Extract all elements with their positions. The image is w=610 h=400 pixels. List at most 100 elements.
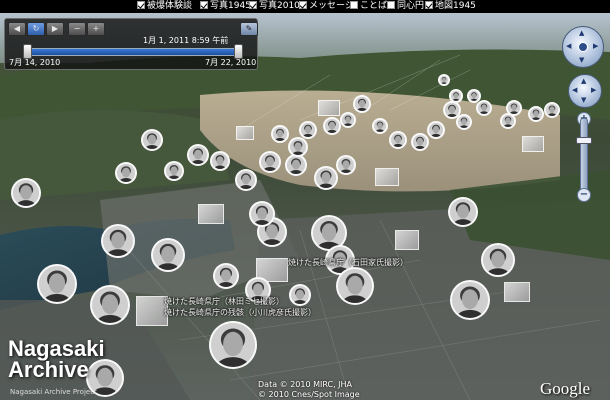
survivor-portrait-marker[interactable] <box>336 267 374 305</box>
historical-photo-thumbnail[interactable] <box>375 168 399 186</box>
portrait-face-icon <box>211 323 255 367</box>
survivor-portrait-marker[interactable] <box>90 285 130 325</box>
layer-toggle-photo-1945[interactable]: 写真1945 <box>200 0 251 13</box>
layer-toggle-map-1945[interactable]: 地図1945 <box>425 0 476 13</box>
loop-button[interactable]: ↻ <box>27 22 45 36</box>
survivor-portrait-marker[interactable] <box>427 121 445 139</box>
survivor-portrait-marker[interactable] <box>438 74 450 86</box>
map-caption[interactable]: 焼けた長崎県庁（石田家氏撮影） <box>288 257 408 268</box>
layer-toggle-message[interactable]: メッセージ <box>299 0 354 13</box>
layer-toggle-words[interactable]: ことば <box>350 0 387 13</box>
time-settings-button[interactable]: ✎ <box>240 22 258 36</box>
portrait-face-icon <box>325 119 339 133</box>
survivor-portrait-marker[interactable] <box>187 144 209 166</box>
look-up-arrow-icon[interactable]: ▲ <box>579 30 584 37</box>
play-button[interactable]: ▶ <box>46 22 64 36</box>
survivor-portrait-marker[interactable] <box>11 178 41 208</box>
checkbox[interactable] <box>299 1 307 9</box>
zoom-in-time-button[interactable]: + <box>87 22 105 36</box>
survivor-portrait-marker[interactable] <box>411 133 429 151</box>
look-down-arrow-icon[interactable]: ▼ <box>579 57 584 64</box>
portrait-face-icon <box>530 108 542 120</box>
layer-toggle-circles[interactable]: 同心円 <box>387 0 424 13</box>
portrait-face-icon <box>391 133 405 147</box>
move-left-arrow-icon[interactable]: ◀ <box>572 87 577 94</box>
survivor-portrait-marker[interactable] <box>450 280 490 320</box>
survivor-portrait-marker[interactable] <box>449 89 463 103</box>
historical-photo-thumbnail[interactable] <box>504 282 530 302</box>
survivor-portrait-marker[interactable] <box>299 121 317 139</box>
time-slider-track[interactable] <box>25 48 242 56</box>
survivor-portrait-marker[interactable] <box>101 224 135 258</box>
look-right-arrow-icon[interactable]: ▶ <box>593 43 598 50</box>
checkbox[interactable] <box>137 1 145 9</box>
checkbox[interactable] <box>200 1 208 9</box>
checkbox[interactable] <box>387 1 395 9</box>
portrait-face-icon <box>291 286 309 304</box>
move-right-arrow-icon[interactable]: ▶ <box>591 87 596 94</box>
survivor-portrait-marker[interactable] <box>476 100 492 116</box>
survivor-portrait-marker[interactable] <box>481 243 515 277</box>
survivor-portrait-marker[interactable] <box>372 118 388 134</box>
survivor-portrait-marker[interactable] <box>209 321 257 369</box>
move-up-arrow-icon[interactable]: ▲ <box>581 78 586 85</box>
historical-photo-thumbnail[interactable] <box>395 230 419 250</box>
checkbox[interactable] <box>350 1 358 9</box>
survivor-portrait-marker[interactable] <box>289 284 311 306</box>
portrait-face-icon <box>355 97 369 111</box>
survivor-portrait-marker[interactable] <box>37 264 77 304</box>
survivor-portrait-marker[interactable] <box>448 197 478 227</box>
survivor-portrait-marker[interactable] <box>288 137 308 157</box>
survivor-portrait-marker[interactable] <box>235 169 257 191</box>
layer-label: ことば <box>360 1 388 11</box>
historical-photo-thumbnail[interactable] <box>198 204 224 224</box>
survivor-portrait-marker[interactable] <box>271 125 289 143</box>
survivor-portrait-marker[interactable] <box>500 113 516 129</box>
move-control[interactable]: ▲ ▼ ◀ ▶ <box>568 74 602 108</box>
survivor-portrait-marker[interactable] <box>141 129 163 151</box>
map-caption[interactable]: 焼けた長崎県庁の残骸（小川虎彦氏撮影） <box>164 307 316 318</box>
survivor-portrait-marker[interactable] <box>249 201 275 227</box>
layer-toggle-bar: 被爆体験談 写真1945 写真2010 メッセージ ことば 同心円 地図1945 <box>0 0 610 13</box>
survivor-portrait-marker[interactable] <box>314 166 338 190</box>
portrait-face-icon <box>39 266 75 302</box>
survivor-portrait-marker[interactable] <box>164 161 184 181</box>
survivor-portrait-marker[interactable] <box>467 89 481 103</box>
survivor-portrait-marker[interactable] <box>115 162 137 184</box>
portrait-face-icon <box>413 135 427 149</box>
survivor-portrait-marker[interactable] <box>323 117 341 135</box>
survivor-portrait-marker[interactable] <box>389 131 407 149</box>
historical-photo-thumbnail[interactable] <box>318 100 340 116</box>
historical-photo-thumbnail[interactable] <box>522 136 544 152</box>
look-left-arrow-icon[interactable]: ◀ <box>566 43 571 50</box>
zoom-out-time-button[interactable]: − <box>68 22 86 36</box>
checkbox[interactable] <box>425 1 433 9</box>
zoom-slider-handle[interactable] <box>576 137 592 144</box>
survivor-portrait-marker[interactable] <box>151 238 185 272</box>
step-back-button[interactable]: ◀ <box>8 22 26 36</box>
survivor-portrait-marker[interactable] <box>285 154 307 176</box>
zoom-out-button[interactable]: − <box>577 188 591 202</box>
survivor-portrait-marker[interactable] <box>528 106 544 122</box>
survivor-portrait-marker[interactable] <box>210 151 230 171</box>
survivor-portrait-marker[interactable] <box>213 263 239 289</box>
layer-toggle-testimony[interactable]: 被爆体験談 <box>137 0 192 13</box>
look-around-control[interactable]: ▲ ▼ ◀ ▶ <box>562 26 604 68</box>
survivor-portrait-marker[interactable] <box>336 155 356 175</box>
time-range-end-label: 7月 22, 2010 <box>205 58 257 67</box>
move-down-arrow-icon[interactable]: ▼ <box>581 97 586 104</box>
portrait-face-icon <box>450 199 476 225</box>
survivor-portrait-marker[interactable] <box>544 102 560 118</box>
survivor-portrait-marker[interactable] <box>456 114 472 130</box>
historical-photo-thumbnail[interactable] <box>236 126 254 140</box>
checkbox[interactable] <box>249 1 257 9</box>
survivor-portrait-marker[interactable] <box>353 95 371 113</box>
layer-label: 写真1945 <box>210 1 251 11</box>
survivor-portrait-marker[interactable] <box>259 151 281 173</box>
layer-toggle-photo-2010[interactable]: 写真2010 <box>249 0 300 13</box>
portrait-face-icon <box>261 153 279 171</box>
map-caption[interactable]: 焼けた長崎県庁（林田ミセ撮影） <box>164 296 284 307</box>
logo-subtitle: Nagasaki Archive Project <box>10 388 97 396</box>
portrait-face-icon <box>546 104 558 116</box>
survivor-portrait-marker[interactable] <box>340 112 356 128</box>
